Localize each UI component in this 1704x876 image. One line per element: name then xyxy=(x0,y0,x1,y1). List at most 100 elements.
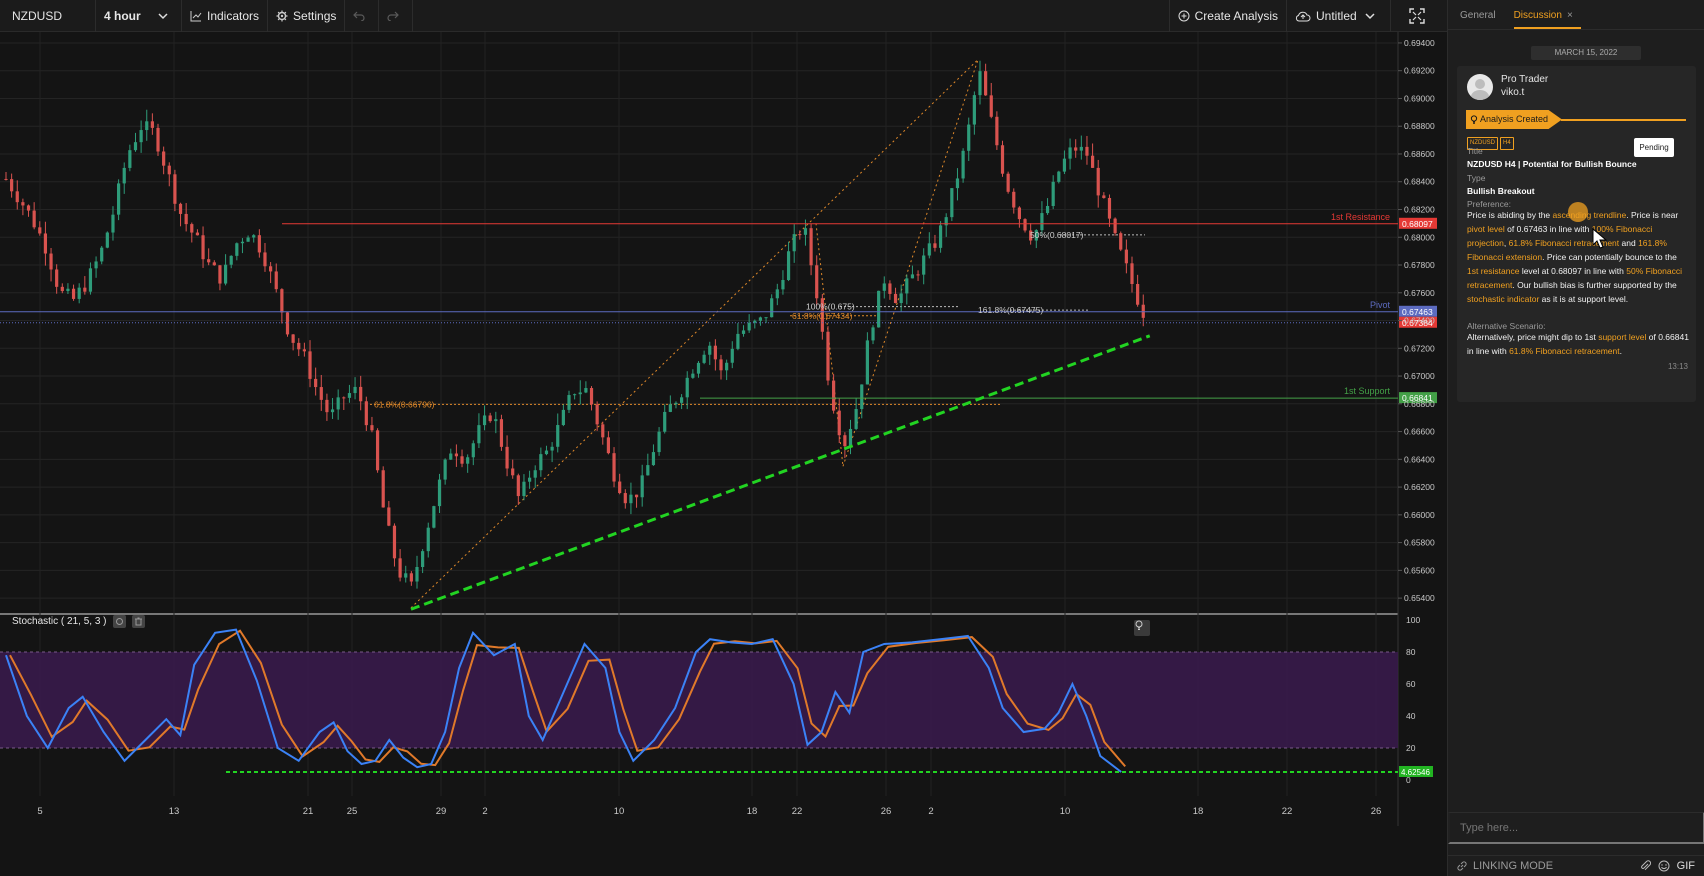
candle-body xyxy=(848,428,853,447)
candle-body xyxy=(246,237,250,242)
time-tick-label: 5 xyxy=(37,806,42,817)
candle-body xyxy=(353,386,357,394)
candle-body xyxy=(449,453,453,460)
candle-body xyxy=(319,387,323,400)
emoji-icon[interactable] xyxy=(1658,860,1670,872)
candle-body xyxy=(421,551,425,567)
time-tick-label: 2 xyxy=(482,806,487,817)
panel-tabs: General Discussion × xyxy=(1448,0,1704,30)
redo-button[interactable] xyxy=(379,0,414,32)
reply-input[interactable] xyxy=(1448,812,1704,844)
settings-button[interactable]: Settings xyxy=(268,0,346,32)
idea-button[interactable] xyxy=(1134,620,1150,636)
time-tick-label: 2 xyxy=(928,806,933,817)
interval-label: 4 hour xyxy=(104,8,141,23)
candle-body xyxy=(1090,155,1095,168)
candle-body xyxy=(550,446,554,451)
candle-body xyxy=(646,465,650,476)
fullscreen-button[interactable] xyxy=(1391,0,1447,32)
click-indicator xyxy=(1568,202,1588,222)
tab-discussion[interactable]: Discussion × xyxy=(1513,10,1581,29)
candle-body xyxy=(1057,171,1061,182)
candle-body xyxy=(10,179,14,192)
candle-body xyxy=(26,205,31,211)
price-tick-label: 0.67000 xyxy=(1404,371,1435,381)
interval-dropdown[interactable]: 4 hour xyxy=(96,0,182,32)
candle-body xyxy=(297,342,301,350)
candle-body xyxy=(882,283,886,291)
candle-body xyxy=(798,234,802,236)
panel-footer: LINKING MODE GIF xyxy=(1448,855,1704,876)
candle-body xyxy=(1124,249,1128,264)
candle-body xyxy=(49,253,53,270)
user-name: viko.t xyxy=(1501,87,1525,98)
cloud-upload-icon xyxy=(1295,11,1311,21)
link-icon xyxy=(1457,861,1467,871)
lightbulb-icon xyxy=(1135,620,1143,630)
candle-body xyxy=(122,167,126,184)
candle-body xyxy=(877,290,881,328)
candle-body xyxy=(950,188,954,218)
price-tick-label: 0.65600 xyxy=(1404,565,1435,575)
create-analysis-button[interactable]: Create Analysis xyxy=(1170,0,1287,32)
candle-body xyxy=(454,453,458,457)
price-tick-label: 0.69400 xyxy=(1404,38,1435,48)
candle-body xyxy=(984,71,988,96)
price-tick-label: 0.68600 xyxy=(1404,149,1435,159)
price-chart[interactable]: 1st Resistance 0.68097 Pivot 0.67463 1st Sup… xyxy=(0,32,1447,876)
time-tick-label: 13 xyxy=(169,806,180,817)
candle-body xyxy=(488,415,492,422)
indicators-button[interactable]: Indicators xyxy=(182,0,269,32)
candle-body xyxy=(336,397,340,410)
candle-body xyxy=(747,322,751,331)
candle-body xyxy=(933,243,937,248)
close-icon[interactable]: × xyxy=(1567,10,1573,21)
candle-body xyxy=(539,454,543,471)
candle-body xyxy=(83,287,87,292)
candle-body xyxy=(663,411,667,432)
indicator-settings-button[interactable] xyxy=(112,615,126,628)
chart-canvas[interactable]: 1st Resistance0.68097Pivot0.674631st Sup… xyxy=(0,32,1447,876)
indicator-delete-button[interactable] xyxy=(131,615,145,628)
price-tick-label: 0.67400 xyxy=(1404,316,1435,326)
type-label: Type xyxy=(1467,173,1486,183)
candle-body xyxy=(832,380,836,411)
candle-body xyxy=(505,446,509,469)
candle-body xyxy=(634,494,639,498)
analysis-message-card: Pro Trader viko.t Analysis Created NZDUS… xyxy=(1457,66,1696,402)
user-role: Pro Trader xyxy=(1501,74,1549,85)
layout-dropdown[interactable]: Untitled xyxy=(1287,0,1391,32)
undo-button[interactable] xyxy=(345,0,380,32)
candle-body xyxy=(556,425,560,447)
tab-general[interactable]: General xyxy=(1460,10,1504,29)
candle-body xyxy=(162,151,166,166)
candle-body xyxy=(685,377,689,398)
linking-mode-button[interactable]: LINKING MODE xyxy=(1473,860,1553,872)
candle-body xyxy=(223,264,228,284)
candle-body xyxy=(1062,158,1067,172)
time-tick-label: 18 xyxy=(747,806,758,817)
candle-body xyxy=(815,265,819,299)
candle-body xyxy=(781,280,785,290)
candle-body xyxy=(494,419,498,422)
symbol-selector[interactable]: NZDUSD xyxy=(0,0,96,32)
candle-body xyxy=(657,431,661,453)
candle-body xyxy=(589,388,594,405)
candle-body xyxy=(1000,145,1005,174)
candle-body xyxy=(212,262,216,266)
candle-body xyxy=(775,289,779,299)
stochastic-tick-label: 20 xyxy=(1406,743,1416,753)
candle-body xyxy=(725,362,729,371)
candle-body xyxy=(426,527,430,552)
date-divider: MARCH 15, 2022 xyxy=(1531,46,1641,60)
price-tick-label: 0.65400 xyxy=(1404,593,1435,603)
candle-body xyxy=(66,288,70,292)
candle-body xyxy=(409,573,413,582)
candle-body xyxy=(674,402,678,405)
undo-icon xyxy=(353,11,365,21)
candle-body xyxy=(927,243,931,256)
candle-body xyxy=(578,392,582,395)
paperclip-icon[interactable] xyxy=(1640,860,1651,872)
gif-button[interactable]: GIF xyxy=(1677,860,1695,872)
candle-body xyxy=(274,271,278,290)
